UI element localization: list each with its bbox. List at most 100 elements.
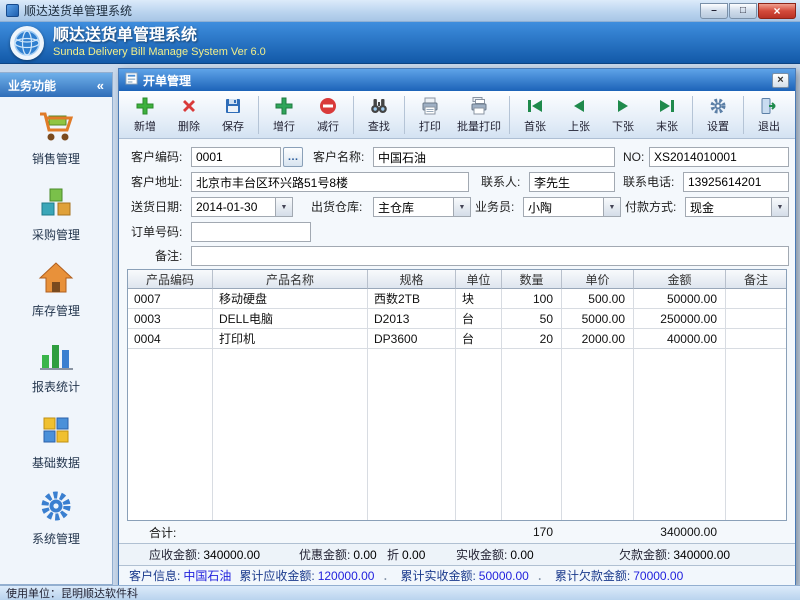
toolbar-button-save[interactable]: 保存 xyxy=(211,93,255,137)
bill-no-field[interactable] xyxy=(649,147,789,167)
total-label: 合计: xyxy=(127,521,212,543)
app-statusbar: 使用单位：昆明顺达软件科 xyxy=(0,585,800,600)
toolbar-separator xyxy=(353,96,354,134)
form-icon xyxy=(125,72,138,88)
delete-icon xyxy=(179,95,199,116)
toolbar-button-add-row[interactable]: 增行 xyxy=(262,93,306,137)
payment-select[interactable]: 现金 xyxy=(685,197,789,217)
column-header[interactable]: 数量 xyxy=(502,270,562,289)
remark-label: 备注: xyxy=(155,246,182,266)
header-titles: 顺达送货单管理系统 Sunda Delivery Bill Manage Sys… xyxy=(53,27,266,59)
customer-lookup-button[interactable] xyxy=(283,147,303,167)
search-icon xyxy=(369,95,389,116)
delivery-date-label: 送货日期: xyxy=(131,197,182,217)
toolbar-button-search[interactable]: 查找 xyxy=(357,93,401,137)
maximize-button[interactable] xyxy=(729,3,757,19)
phone-label: 联系电话: xyxy=(623,172,674,192)
toolbar-button-delete[interactable]: 删除 xyxy=(167,93,211,137)
warehouse-icon xyxy=(36,256,76,300)
dialog-close-button[interactable] xyxy=(772,73,789,88)
toolbar-button-prev[interactable]: 上张 xyxy=(557,93,601,137)
company-info: 使用单位：昆明顺达软件科 xyxy=(6,585,138,600)
sidebar-item-basedata[interactable]: 基础数据 xyxy=(0,401,112,477)
owed-amount: 欠款金额:340000.00 xyxy=(619,544,730,566)
sidebar-item-system[interactable]: 系统管理 xyxy=(0,477,112,553)
receivable-amount: 应收金额:340000.00 xyxy=(149,544,260,566)
payment-label: 付款方式: xyxy=(625,197,676,217)
column-header[interactable]: 备注 xyxy=(726,270,786,289)
warehouse-select[interactable]: 主仓库 xyxy=(373,197,471,217)
chevron-down-icon[interactable] xyxy=(771,198,788,216)
toolbar-button-next[interactable]: 下张 xyxy=(601,93,645,137)
toolbar-separator xyxy=(692,96,693,134)
last-icon xyxy=(657,95,677,116)
contact-field[interactable] xyxy=(529,172,615,192)
chevron-down-icon[interactable] xyxy=(603,198,620,216)
dot-separator: ． xyxy=(537,567,549,584)
sidebar-title: 业务功能 xyxy=(8,77,56,94)
sidebar: 业务功能 « 销售管理 xyxy=(0,72,113,585)
print-icon xyxy=(420,95,440,116)
window-controls xyxy=(699,3,796,19)
header-subtitle: Sunda Delivery Bill Manage System Ver 6.… xyxy=(53,45,266,59)
remark-field[interactable] xyxy=(191,246,789,266)
product-table: 产品编码 产品名称 规格 单位 数量 单价 金额 备注 0007 移动硬盘 西数… xyxy=(127,269,787,521)
customer-info-value: 中国石油 xyxy=(183,567,231,584)
address-label: 客户地址: xyxy=(131,172,182,192)
customer-code-field[interactable] xyxy=(191,147,281,167)
order-no-field[interactable] xyxy=(191,222,311,242)
sidebar-item-label: 系统管理 xyxy=(32,530,80,547)
customer-name-label: 客户名称: xyxy=(313,147,364,167)
app-header: 顺达送货单管理系统 Sunda Delivery Bill Manage Sys… xyxy=(0,22,800,64)
toolbar-button-exit[interactable]: 退出 xyxy=(747,93,791,137)
table-row[interactable]: 0004 打印机 DP3600 台 20 2000.00 40000.00 xyxy=(128,329,786,349)
sidebar-item-label: 采购管理 xyxy=(32,226,80,243)
sidebar-item-sales[interactable]: 销售管理 xyxy=(0,97,112,173)
column-header[interactable]: 单价 xyxy=(562,270,634,289)
bar-chart-icon xyxy=(36,332,76,376)
close-button[interactable] xyxy=(758,3,796,19)
remove-row-icon xyxy=(318,95,338,116)
app-window: 顺达送货单管理系统 顺达送货单管理系统 Sunda Delivery Bill … xyxy=(0,0,800,600)
table-row[interactable]: 0007 移动硬盘 西数2TB 块 100 500.00 50000.00 xyxy=(128,289,786,309)
phone-field[interactable] xyxy=(683,172,789,192)
bill-no-label: NO: xyxy=(623,147,644,167)
table-row[interactable]: 0003 DELL电脑 D2013 台 50 5000.00 250000.00 xyxy=(128,309,786,329)
chevron-down-icon[interactable] xyxy=(275,198,292,216)
customer-name-field[interactable] xyxy=(373,147,615,167)
app-icon xyxy=(6,4,19,17)
toolbar-button-new[interactable]: 新增 xyxy=(123,93,167,137)
warehouse-label: 出货仓库: xyxy=(311,197,362,217)
amount-summary: 应收金额:340000.00 优惠金额:0.00 折0.00 实收金额:0.00… xyxy=(119,543,795,565)
window-titlebar[interactable]: 顺达送货单管理系统 xyxy=(0,0,800,22)
toolbar-button-settings[interactable]: 设置 xyxy=(696,93,740,137)
customer-code-label: 客户编码: xyxy=(131,147,182,167)
discount-rate: 折0.00 xyxy=(387,544,425,566)
salesman-select[interactable]: 小陶 xyxy=(523,197,621,217)
toolbar-button-last[interactable]: 末张 xyxy=(645,93,689,137)
toolbar-button-print[interactable]: 打印 xyxy=(408,93,452,137)
boxes-icon xyxy=(36,180,76,224)
header-title: 顺达送货单管理系统 xyxy=(53,27,266,45)
column-header[interactable]: 规格 xyxy=(368,270,456,289)
column-header[interactable]: 单位 xyxy=(456,270,502,289)
minimize-button[interactable] xyxy=(700,3,728,19)
sidebar-item-label: 库存管理 xyxy=(32,302,80,319)
toolbar-button-remove-row[interactable]: 减行 xyxy=(306,93,350,137)
sidebar-item-inventory[interactable]: 库存管理 xyxy=(0,249,112,325)
sidebar-item-label: 销售管理 xyxy=(32,150,80,167)
chevron-down-icon[interactable] xyxy=(453,198,470,216)
sidebar-header[interactable]: 业务功能 « xyxy=(0,73,112,97)
column-header[interactable]: 产品编码 xyxy=(128,270,213,289)
address-field[interactable] xyxy=(191,172,469,192)
globe-logo-icon xyxy=(10,26,44,60)
dialog-titlebar[interactable]: 开单管理 xyxy=(119,69,795,91)
toolbar-button-batch-print[interactable]: 批量打印 xyxy=(452,93,506,137)
sidebar-item-reports[interactable]: 报表统计 xyxy=(0,325,112,401)
delivery-date-picker[interactable]: 2014-01-30 xyxy=(191,197,293,217)
column-header[interactable]: 金额 xyxy=(634,270,726,289)
toolbar-button-first[interactable]: 首张 xyxy=(513,93,557,137)
collapse-icon[interactable]: « xyxy=(97,78,104,93)
column-header[interactable]: 产品名称 xyxy=(213,270,368,289)
sidebar-item-purchase[interactable]: 采购管理 xyxy=(0,173,112,249)
